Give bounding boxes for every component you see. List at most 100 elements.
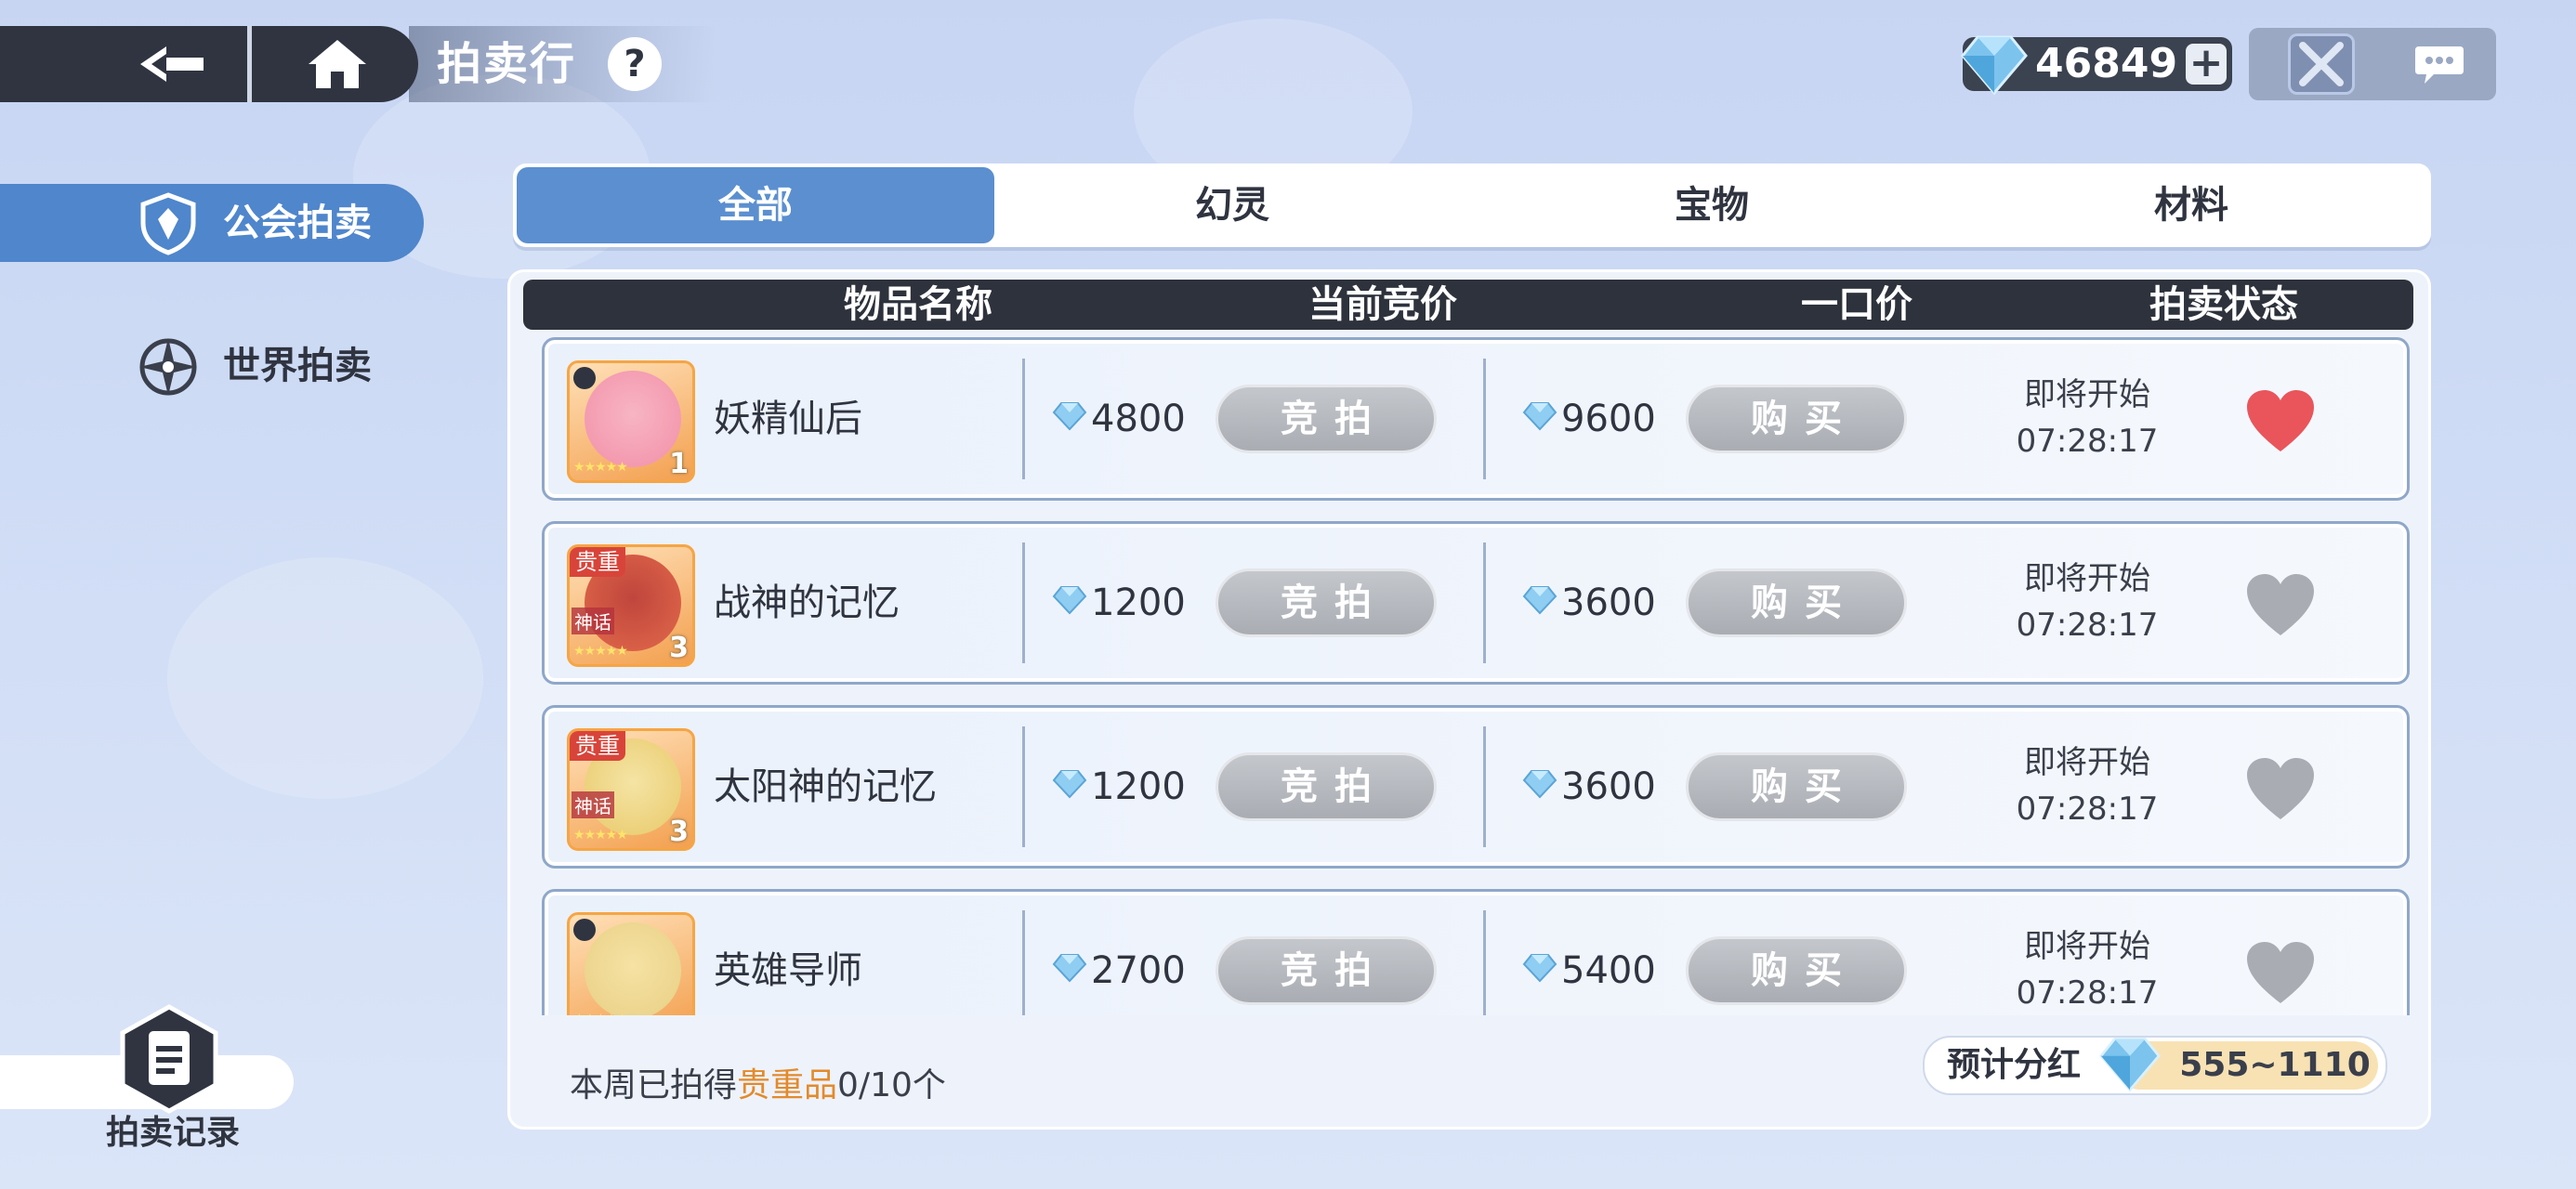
crossed-swords-icon xyxy=(2299,42,2344,86)
item-portrait xyxy=(585,371,681,467)
table-row[interactable]: 贵重 神话 ★★★★★ 3 战神的记忆 1200 竞拍 3600 购买 即将开始 07:28:17 xyxy=(542,521,2410,685)
column-header-current-bid: 当前竞价 xyxy=(1308,283,1457,326)
buy-button[interactable]: 购买 xyxy=(1686,568,1907,637)
home-button[interactable] xyxy=(296,26,379,102)
auction-status: 即将开始 07:28:17 xyxy=(1994,555,2180,648)
item-name: 英雄导师 xyxy=(714,949,862,992)
buyout-price: 9600 xyxy=(1522,340,1656,498)
current-bid-value: 4800 xyxy=(1091,398,1186,440)
weekly-count: 本周已拍得贵重品0/10个 xyxy=(570,1058,946,1106)
table-row[interactable]: ★★★★★ 1 妖精仙后 4800 竞拍 9600 购买 即将开始 07:28:17 xyxy=(542,337,2410,501)
auction-record-label: 拍卖记录 xyxy=(105,1114,240,1152)
current-bid-value: 2700 xyxy=(1091,949,1186,992)
countdown-time: 07:28:17 xyxy=(2016,790,2159,828)
battle-button[interactable] xyxy=(2288,33,2355,95)
bid-button[interactable]: 竞拍 xyxy=(1216,568,1437,637)
auction-list[interactable]: ★★★★★ 1 妖精仙后 4800 竞拍 9600 购买 即将开始 07:28:17 贵重 神话 ★★… xyxy=(510,337,2428,1015)
diamond-icon xyxy=(1522,892,1561,1015)
top-bar: 拍卖行 ? xyxy=(0,26,716,102)
diamond-icon xyxy=(1522,524,1561,682)
estimated-dividend: 预计分红 555~1110 xyxy=(1923,1036,2387,1095)
weekly-prefix: 本周已拍得 xyxy=(570,1066,738,1104)
item-quantity: 3 xyxy=(669,816,689,848)
tab-materials[interactable]: 材料 xyxy=(1952,163,2431,247)
buy-button[interactable]: 购买 xyxy=(1686,385,1907,453)
column-divider xyxy=(1483,359,1486,479)
bid-button[interactable]: 竞拍 xyxy=(1216,385,1437,453)
buyout-price-value: 3600 xyxy=(1561,581,1656,624)
diamond-icon xyxy=(2097,1034,2162,1097)
status-text: 即将开始 xyxy=(2024,744,2150,781)
table-row[interactable]: ★★★★★ 英雄导师 2700 竞拍 5400 购买 即将开始 07:28:17 xyxy=(542,889,2410,1015)
diamond-icon xyxy=(1052,892,1091,1015)
category-tabs: 全部 幻灵 宝物 材料 xyxy=(513,163,2431,247)
column-divider xyxy=(1022,542,1025,663)
shield-icon xyxy=(136,191,201,260)
buy-button[interactable]: 购买 xyxy=(1686,752,1907,821)
dividend-label: 预计分红 xyxy=(1947,1046,2082,1084)
buyout-price-value: 9600 xyxy=(1561,398,1656,440)
item-thumbnail[interactable]: ★★★★★ 1 xyxy=(567,360,695,483)
current-bid: 4800 xyxy=(1052,340,1186,498)
item-thumbnail[interactable]: 贵重 神话 ★★★★★ 3 xyxy=(567,728,695,851)
bid-button[interactable]: 竞拍 xyxy=(1216,936,1437,1005)
favorite-heart-icon[interactable] xyxy=(2245,388,2316,457)
auction-status: 即将开始 07:28:17 xyxy=(1994,739,2180,832)
sidebar-item-label: 世界拍卖 xyxy=(223,345,372,387)
item-thumbnail[interactable]: ★★★★★ xyxy=(567,912,695,1015)
tab-treasures[interactable]: 宝物 xyxy=(1472,163,1952,247)
myth-tag: 神话 xyxy=(572,791,614,818)
current-bid: 2700 xyxy=(1052,892,1186,1015)
sidebar-item-guild-auction[interactable]: 公会拍卖 xyxy=(0,184,424,262)
countdown-time: 07:28:17 xyxy=(2016,974,2159,1012)
column-divider xyxy=(1483,542,1486,663)
diamond-icon xyxy=(1052,524,1091,682)
item-quantity: 1 xyxy=(669,448,689,480)
rarity-corner-icon xyxy=(573,367,596,389)
table-row[interactable]: 贵重 神话 ★★★★★ 3 太阳神的记忆 1200 竞拍 3600 购买 即将开始 07:28:17 xyxy=(542,705,2410,869)
precious-badge: 贵重 xyxy=(570,547,625,577)
auction-status: 即将开始 07:28:17 xyxy=(1994,372,2180,464)
column-divider xyxy=(1022,359,1025,479)
back-button[interactable] xyxy=(130,26,214,102)
diamond-icon xyxy=(1052,708,1091,866)
buyout-price: 5400 xyxy=(1522,892,1656,1015)
buyout-price-value: 3600 xyxy=(1561,765,1656,808)
tab-all[interactable]: 全部 xyxy=(517,167,994,243)
column-header-item-name: 物品名称 xyxy=(844,283,992,326)
countdown-time: 07:28:17 xyxy=(2016,423,2159,460)
auction-record: 拍卖记录 xyxy=(0,1003,297,1189)
tab-spirits[interactable]: 幻灵 xyxy=(992,163,1472,247)
buyout-price: 3600 xyxy=(1522,524,1656,682)
help-button[interactable]: ? xyxy=(608,37,662,91)
add-diamond-button[interactable]: + xyxy=(2186,43,2227,85)
star-rating: ★★★★★ xyxy=(573,828,628,843)
chat-button[interactable] xyxy=(2398,33,2481,95)
item-portrait xyxy=(585,922,681,1015)
buy-button[interactable]: 购买 xyxy=(1686,936,1907,1005)
current-bid-value: 1200 xyxy=(1091,765,1186,808)
diamond-icon xyxy=(1052,340,1091,498)
item-name: 战神的记忆 xyxy=(714,581,900,624)
bid-button[interactable]: 竞拍 xyxy=(1216,752,1437,821)
weekly-highlight: 贵重品 xyxy=(737,1066,838,1104)
column-divider xyxy=(1483,910,1486,1015)
auction-panel: 物品名称 当前竞价 一口价 拍卖状态 ★★★★★ 1 妖精仙后 4800 竞拍 9600 购… xyxy=(507,269,2431,1130)
favorite-heart-icon[interactable] xyxy=(2245,572,2316,641)
star-rating: ★★★★★ xyxy=(573,644,628,659)
item-thumbnail[interactable]: 贵重 神话 ★★★★★ 3 xyxy=(567,544,695,667)
current-bid-value: 1200 xyxy=(1091,581,1186,624)
table-header: 物品名称 当前竞价 一口价 拍卖状态 xyxy=(523,280,2413,330)
favorite-heart-icon[interactable] xyxy=(2245,940,2316,1009)
auction-record-button[interactable] xyxy=(113,1003,225,1115)
column-divider xyxy=(1483,726,1486,847)
buyout-price: 3600 xyxy=(1522,708,1656,866)
diamond-icon xyxy=(1522,340,1561,498)
rarity-corner-icon xyxy=(573,919,596,941)
compass-icon xyxy=(136,334,201,403)
item-quantity: 3 xyxy=(669,632,689,664)
favorite-heart-icon[interactable] xyxy=(2245,756,2316,825)
sidebar-item-world-auction[interactable]: 世界拍卖 xyxy=(0,327,424,405)
status-text: 即将开始 xyxy=(2024,376,2150,413)
page-title: 拍卖行 xyxy=(437,38,577,90)
